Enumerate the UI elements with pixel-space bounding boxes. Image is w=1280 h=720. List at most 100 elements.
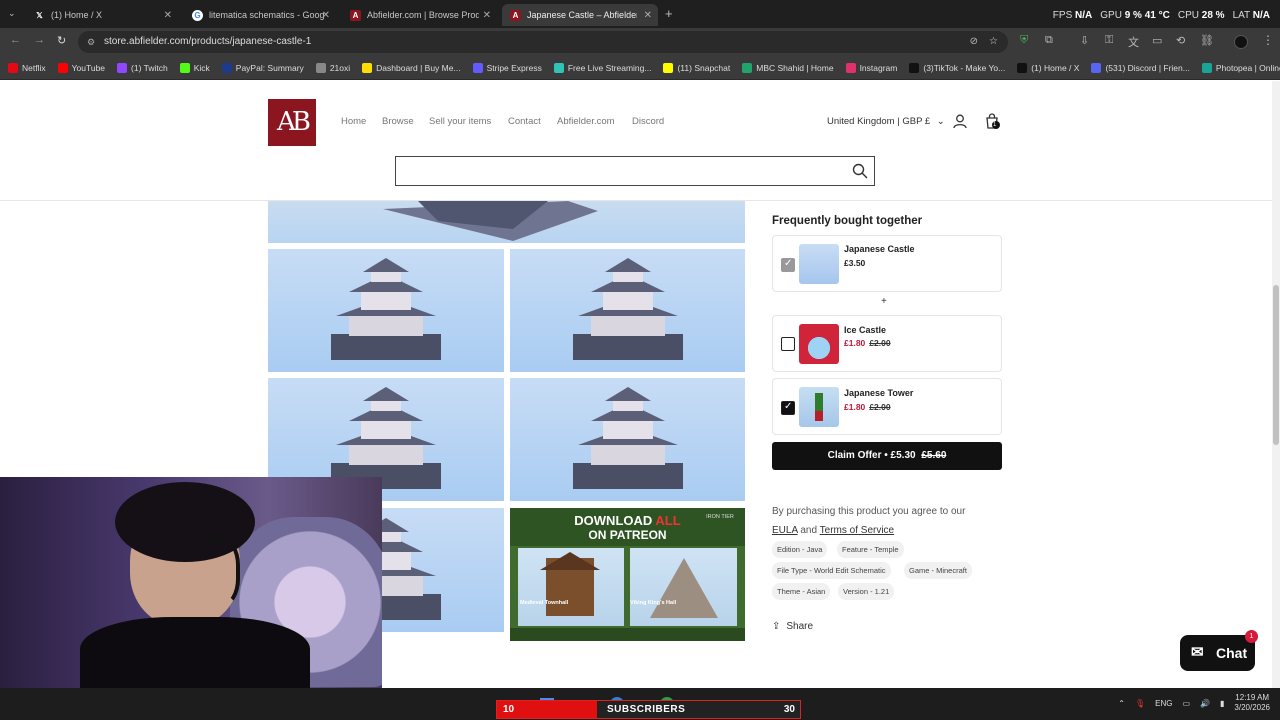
banner-patreon: ON PATREON <box>588 528 667 542</box>
bookmark-favicon-icon <box>472 62 483 73</box>
nav-sell[interactable]: Sell your items <box>429 116 491 127</box>
nav-browse[interactable]: Browse <box>382 116 414 127</box>
volume-icon[interactable]: 🔊 <box>1200 699 1210 708</box>
network-icon[interactable]: ▭ <box>1182 699 1190 708</box>
product-image-main[interactable] <box>268 201 745 243</box>
bookmark-favicon-icon <box>1091 62 1102 73</box>
back-icon[interactable]: ← <box>10 34 21 46</box>
tag-version[interactable]: Version - 1.21 <box>838 583 895 600</box>
translate-icon[interactable]: 文 <box>1128 34 1139 50</box>
extensions-icon[interactable]: ⧉ <box>1045 34 1053 47</box>
bookmark-item[interactable]: Dashboard | Buy Me... <box>362 62 461 73</box>
fbt-checkbox[interactable] <box>781 337 795 351</box>
bookmark-item[interactable]: (11) Snapchat <box>663 62 731 73</box>
forward-icon[interactable]: → <box>34 34 45 46</box>
claim-offer-button[interactable]: Claim Offer • £5.30 £5.60 <box>772 442 1002 470</box>
bookmarks-bar: Netflix YouTube (1) Twitch Kick PayPal: Summ… <box>0 56 1280 80</box>
bookmark-item[interactable]: Photopea | Online P... <box>1201 62 1280 73</box>
nav-home[interactable]: Home <box>341 116 366 127</box>
link-icon[interactable]: ⛓ <box>1200 34 1214 47</box>
close-icon[interactable]: ✕ <box>164 10 172 21</box>
bookmark-item[interactable]: 21oxi <box>315 62 351 73</box>
nav-discord[interactable]: Discord <box>632 116 664 127</box>
history-icon[interactable]: ⟲ <box>1176 34 1185 47</box>
share-button[interactable]: ⇪ Share <box>772 621 813 632</box>
close-icon[interactable]: ✕ <box>322 10 330 21</box>
new-tab-button[interactable]: + <box>665 6 673 21</box>
search-field[interactable] <box>396 157 836 185</box>
eye-off-icon[interactable]: ⊘ <box>970 31 978 53</box>
site-info-icon[interactable]: ⚙ <box>87 31 95 53</box>
tag-edition[interactable]: Edition - Java <box>772 541 828 558</box>
download-icon[interactable]: ⇩ <box>1080 34 1089 47</box>
clock[interactable]: 12:19 AM 3/20/2026 <box>1234 693 1270 713</box>
chat-button[interactable]: ✉ Chat <box>1180 635 1255 671</box>
star-icon[interactable]: ☆ <box>989 31 998 53</box>
search-icon[interactable] <box>852 163 868 179</box>
bookmark-item[interactable]: Free Live Streaming... <box>553 62 651 73</box>
battery-icon[interactable]: ▮ <box>1220 699 1224 708</box>
chevron-up-icon[interactable]: ⌃ <box>1118 699 1125 708</box>
tab-home-x[interactable]: 𝕏 (1) Home / X ✕ <box>26 4 178 26</box>
country-selector[interactable]: United Kingdom | GBP £ ⌄ <box>827 116 945 127</box>
site-logo[interactable]: AB <box>268 99 316 146</box>
close-icon[interactable]: ✕ <box>644 10 652 21</box>
close-icon[interactable]: ✕ <box>483 10 491 21</box>
tab-abfielder-browse[interactable]: A Abfielder.com | Browse Products ✕ <box>342 4 497 26</box>
bookmark-item[interactable]: YouTube <box>57 62 105 73</box>
product-image-1[interactable] <box>268 249 504 372</box>
tab-menu-icon[interactable]: ⌄ <box>8 8 16 19</box>
card-icon[interactable]: ▭ <box>1152 34 1162 47</box>
tab-title: litematica schematics - Google <box>209 10 324 20</box>
bookmark-label: (1) Twitch <box>131 62 168 73</box>
fbt-item-name[interactable]: Japanese Tower <box>844 388 913 398</box>
patreon-banner-image[interactable]: DOWNLOAD ALL ON PATREON IRON TIER Mediev… <box>510 508 745 641</box>
bookmark-item[interactable]: PayPal: Summary <box>221 62 304 73</box>
language-indicator[interactable]: ENG <box>1155 699 1172 708</box>
product-image-4[interactable] <box>510 378 745 501</box>
webcam-overlay <box>0 477 382 692</box>
fbt-item-name[interactable]: Japanese Castle <box>844 244 915 254</box>
search-input[interactable] <box>395 156 875 186</box>
url-input[interactable]: ⚙ store.abfielder.com/products/japanese-… <box>78 31 1008 53</box>
key-icon[interactable]: ⚿ <box>1105 34 1113 47</box>
tag-theme[interactable]: Theme - Asian <box>772 583 831 600</box>
nav-abfielder[interactable]: Abfielder.com <box>557 116 615 127</box>
fbt-item-name[interactable]: Ice Castle <box>844 325 886 335</box>
nav-contact[interactable]: Contact <box>508 116 541 127</box>
tag-file-type[interactable]: File Type - World Edit Schematic <box>772 562 891 579</box>
bookmark-item[interactable]: (1) Twitch <box>117 62 168 73</box>
eula-link[interactable]: EULA <box>772 525 798 536</box>
tab-google[interactable]: G litematica schematics - Google ✕ <box>184 4 336 26</box>
terms-link[interactable]: Terms of Service <box>820 525 894 536</box>
tab-japanese-castle[interactable]: A Japanese Castle – Abfielder Pr... ✕ <box>502 4 658 26</box>
fbt-thumbnail[interactable] <box>799 244 839 284</box>
mic-icon[interactable]: 🎙 <box>1135 699 1145 708</box>
bookmark-item[interactable]: Instagram <box>845 62 897 73</box>
tag-feature[interactable]: Feature - Temple <box>837 541 904 558</box>
fbt-thumbnail[interactable] <box>799 387 839 427</box>
account-icon[interactable] <box>953 114 967 129</box>
gpu-label: GPU <box>1100 10 1122 21</box>
castle-render <box>331 258 441 360</box>
shield-icon[interactable]: ⛨ <box>1020 34 1028 47</box>
bookmark-item[interactable]: Stripe Express <box>472 62 542 73</box>
scrollbar-thumb[interactable] <box>1273 285 1279 445</box>
fbt-checkbox[interactable]: ✓ <box>781 258 795 272</box>
profile-avatar[interactable] <box>1234 35 1248 49</box>
bookmark-item[interactable]: Kick <box>179 62 210 73</box>
bookmark-item[interactable]: (1) Home / X <box>1017 62 1079 73</box>
bookmark-item[interactable]: (3)TikTok - Make Yo... <box>909 62 1005 73</box>
bookmark-label: 21oxi <box>329 62 351 73</box>
reload-icon[interactable]: ↻ <box>57 34 66 47</box>
bookmark-item[interactable]: MBC Shahid | Home <box>742 62 834 73</box>
bookmark-label: (11) Snapchat <box>677 62 731 73</box>
fbt-checkbox[interactable]: ✓ <box>781 401 795 415</box>
tag-game[interactable]: Game - Minecraft <box>904 562 972 579</box>
menu-icon[interactable]: ⋮ <box>1262 33 1274 47</box>
bookmark-item[interactable]: (531) Discord | Frien... <box>1091 62 1190 73</box>
bookmark-item[interactable]: Netflix <box>8 62 46 73</box>
fbt-thumbnail[interactable] <box>799 324 839 364</box>
product-image-2[interactable] <box>510 249 745 372</box>
bookmark-favicon-icon <box>117 62 128 73</box>
